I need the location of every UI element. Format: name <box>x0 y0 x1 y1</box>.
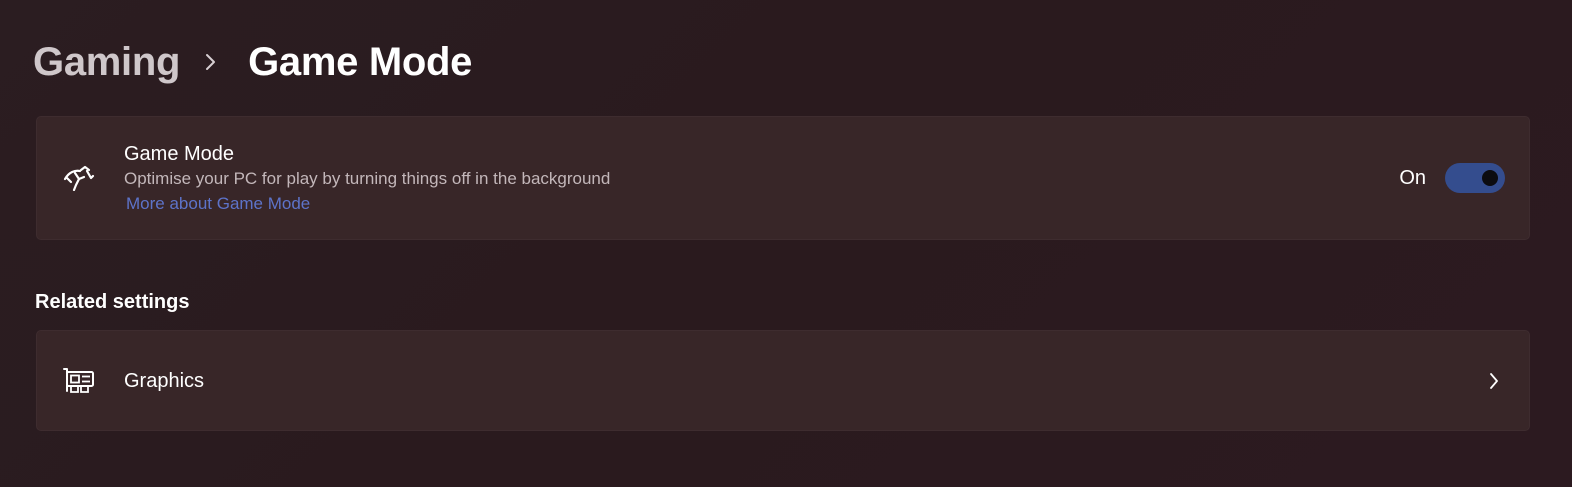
page-title: Game Mode <box>248 39 473 84</box>
breadcrumb-parent-gaming[interactable]: Gaming <box>33 40 180 85</box>
game-mode-icon <box>63 162 95 194</box>
graphics-settings-item[interactable]: Graphics <box>36 330 1530 431</box>
game-mode-title: Game Mode <box>124 143 235 165</box>
toggle-state-label: On <box>1399 166 1426 189</box>
game-mode-description: Optimise your PC for play by turning thi… <box>124 169 611 188</box>
chevron-right-icon <box>1487 371 1501 391</box>
game-mode-text: Game Mode Optimise your PC for play by t… <box>124 141 610 217</box>
graphics-label: Graphics <box>124 370 205 392</box>
game-mode-card: Game Mode Optimise your PC for play by t… <box>36 116 1530 240</box>
more-about-game-mode-link[interactable]: More about Game Mode <box>126 191 610 217</box>
graphics-card-icon <box>63 365 95 397</box>
toggle-knob <box>1482 170 1498 186</box>
game-mode-toggle-area: On <box>1399 163 1505 193</box>
chevron-right-icon <box>204 52 218 72</box>
graphics-text: Graphics <box>124 368 204 394</box>
breadcrumb: Gaming Game Mode <box>33 38 472 86</box>
game-mode-toggle[interactable] <box>1445 163 1505 193</box>
related-settings-heading: Related settings <box>35 291 190 313</box>
